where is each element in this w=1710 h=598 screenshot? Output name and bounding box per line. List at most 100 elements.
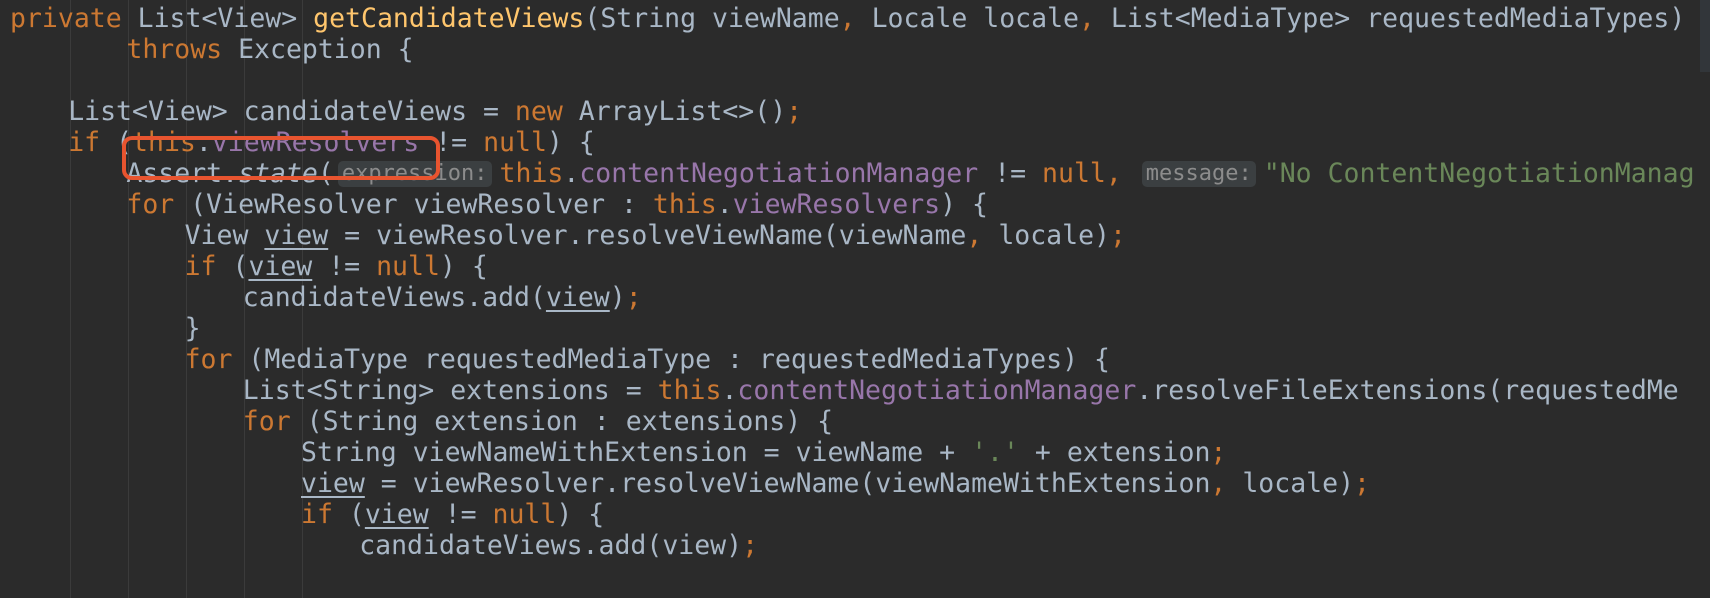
code-token: List<String> extensions = bbox=[242, 375, 658, 406]
code-token: candidateViews.add( bbox=[242, 282, 546, 313]
code-token: viewResolvers bbox=[732, 189, 941, 220]
code-token: List<View> candidateViews = bbox=[68, 96, 515, 127]
code-token: != bbox=[312, 251, 377, 282]
code-token: view bbox=[301, 468, 365, 499]
code-token: . bbox=[721, 375, 738, 406]
code-token: , bbox=[1105, 158, 1138, 189]
code-token: contentNegotiationManager bbox=[737, 375, 1137, 406]
code-token: != bbox=[435, 127, 484, 158]
code-token: . bbox=[563, 158, 580, 189]
code-token: ArrayList<>() bbox=[578, 96, 787, 127]
code-line[interactable]: if (view != null) { bbox=[10, 251, 488, 282]
code-token: if bbox=[184, 251, 233, 282]
code-token: ( bbox=[232, 251, 249, 282]
code-token: . bbox=[716, 189, 733, 220]
code-token: View bbox=[184, 220, 265, 251]
code-line[interactable]: Assert.state(expression: this.contentNego… bbox=[10, 158, 1695, 189]
code-token: ) { bbox=[546, 127, 595, 158]
code-token: , bbox=[1079, 3, 1111, 34]
code-token: ; bbox=[1110, 220, 1126, 251]
code-token: '.' bbox=[971, 437, 1019, 468]
code-token: Locale locale bbox=[871, 3, 1079, 34]
code-token: if bbox=[68, 127, 117, 158]
code-token: null bbox=[1042, 158, 1106, 189]
code-token: ; bbox=[1210, 437, 1227, 468]
code-token: List<View> bbox=[137, 3, 314, 34]
parameter-hint: expression: bbox=[337, 161, 492, 187]
code-line[interactable]: view = viewResolver.resolveViewName(view… bbox=[10, 468, 1370, 499]
code-line[interactable]: List<View> candidateViews = new ArrayLis… bbox=[10, 96, 802, 127]
code-token: private bbox=[10, 3, 138, 34]
code-token: if bbox=[301, 499, 349, 530]
code-token: Assert. bbox=[126, 158, 239, 189]
code-token: (ViewResolver viewResolver : bbox=[190, 189, 653, 220]
code-token: ) bbox=[609, 282, 626, 313]
code-token: view bbox=[248, 251, 313, 282]
code-token: ) { bbox=[940, 189, 988, 220]
code-token: view bbox=[545, 282, 610, 313]
code-line[interactable]: throws Exception { bbox=[10, 34, 414, 65]
code-token: , bbox=[839, 3, 872, 34]
code-token: ) { bbox=[556, 499, 605, 530]
parameter-hint: message: bbox=[1141, 161, 1256, 187]
code-token: List<MediaType> requestedMediaTypes) bbox=[1110, 3, 1686, 34]
code-token: getCandidateViews bbox=[313, 3, 585, 34]
code-token: this bbox=[657, 375, 722, 406]
code-token: null bbox=[492, 499, 557, 530]
code-line[interactable]: View view = viewResolver.resolveViewName… bbox=[10, 220, 1126, 251]
code-token: null bbox=[483, 127, 547, 158]
code-token: .resolveFileExtensions(requestedMe bbox=[1136, 375, 1679, 406]
code-token: this bbox=[652, 189, 717, 220]
code-token: new bbox=[514, 96, 579, 127]
code-line[interactable]: List<String> extensions = this.contentNe… bbox=[10, 375, 1679, 406]
code-token: ; bbox=[786, 96, 803, 127]
code-token: candidateViews.add(view) bbox=[359, 530, 743, 561]
code-token: state bbox=[238, 158, 318, 189]
code-token: != bbox=[428, 499, 493, 530]
code-token: = viewResolver.resolveViewName(viewName bbox=[328, 220, 967, 251]
code-token: (MediaType requestedMediaType : requeste… bbox=[248, 344, 1110, 375]
code-token: view bbox=[364, 499, 429, 530]
code-token: ( bbox=[317, 158, 334, 189]
code-token: . bbox=[195, 127, 212, 158]
code-line[interactable]: for (String extension : extensions) { bbox=[10, 406, 833, 437]
code-token: locale) bbox=[998, 220, 1110, 251]
code-token: for bbox=[242, 406, 307, 437]
code-token: ; bbox=[742, 530, 759, 561]
code-token: + extension bbox=[1018, 437, 1211, 468]
code-token: ) { bbox=[439, 251, 488, 282]
code-editor[interactable]: private List<View> getCandidateViews(Str… bbox=[0, 0, 1710, 598]
code-token: ; bbox=[625, 282, 642, 313]
code-token: this bbox=[132, 127, 196, 158]
code-token: for bbox=[126, 189, 191, 220]
code-token: viewResolvers bbox=[211, 127, 436, 158]
code-token: view bbox=[264, 220, 329, 251]
code-line[interactable]: candidateViews.add(view); bbox=[10, 530, 758, 561]
code-token: throws bbox=[126, 34, 239, 65]
code-token: contentNegotiationManager bbox=[579, 158, 995, 189]
code-line[interactable]: private List<View> getCandidateViews(Str… bbox=[10, 3, 1685, 34]
scrollbar-marker[interactable] bbox=[1700, 0, 1710, 72]
code-token: (String extension : extensions) { bbox=[306, 406, 834, 437]
code-line[interactable]: for (ViewResolver viewResolver : this.vi… bbox=[10, 189, 988, 220]
code-line[interactable]: for (MediaType requestedMediaType : requ… bbox=[10, 344, 1110, 375]
code-token: , bbox=[1210, 468, 1243, 499]
code-token: null bbox=[376, 251, 440, 282]
code-line[interactable]: candidateViews.add(view); bbox=[10, 282, 642, 313]
code-token: != bbox=[994, 158, 1043, 189]
code-token: this bbox=[499, 158, 564, 189]
code-token: = viewResolver.resolveViewName(viewNameW… bbox=[364, 468, 1211, 499]
code-line[interactable]: if (this.viewResolvers != null) { bbox=[10, 127, 595, 158]
code-token: "No ContentNegotiationManag bbox=[1263, 158, 1695, 189]
code-token: (String viewName bbox=[584, 3, 840, 34]
code-token: ( bbox=[116, 127, 133, 158]
code-token: } bbox=[184, 313, 201, 344]
code-line[interactable]: String viewNameWithExtension = viewName … bbox=[10, 437, 1226, 468]
code-token: , bbox=[966, 220, 999, 251]
code-token: Exception { bbox=[238, 34, 414, 65]
code-token: ; bbox=[1354, 468, 1370, 499]
code-token: String viewNameWithExtension = viewName … bbox=[301, 437, 972, 468]
code-line[interactable]: } bbox=[10, 313, 201, 344]
code-token: for bbox=[184, 344, 249, 375]
code-line[interactable]: if (view != null) { bbox=[10, 499, 604, 530]
